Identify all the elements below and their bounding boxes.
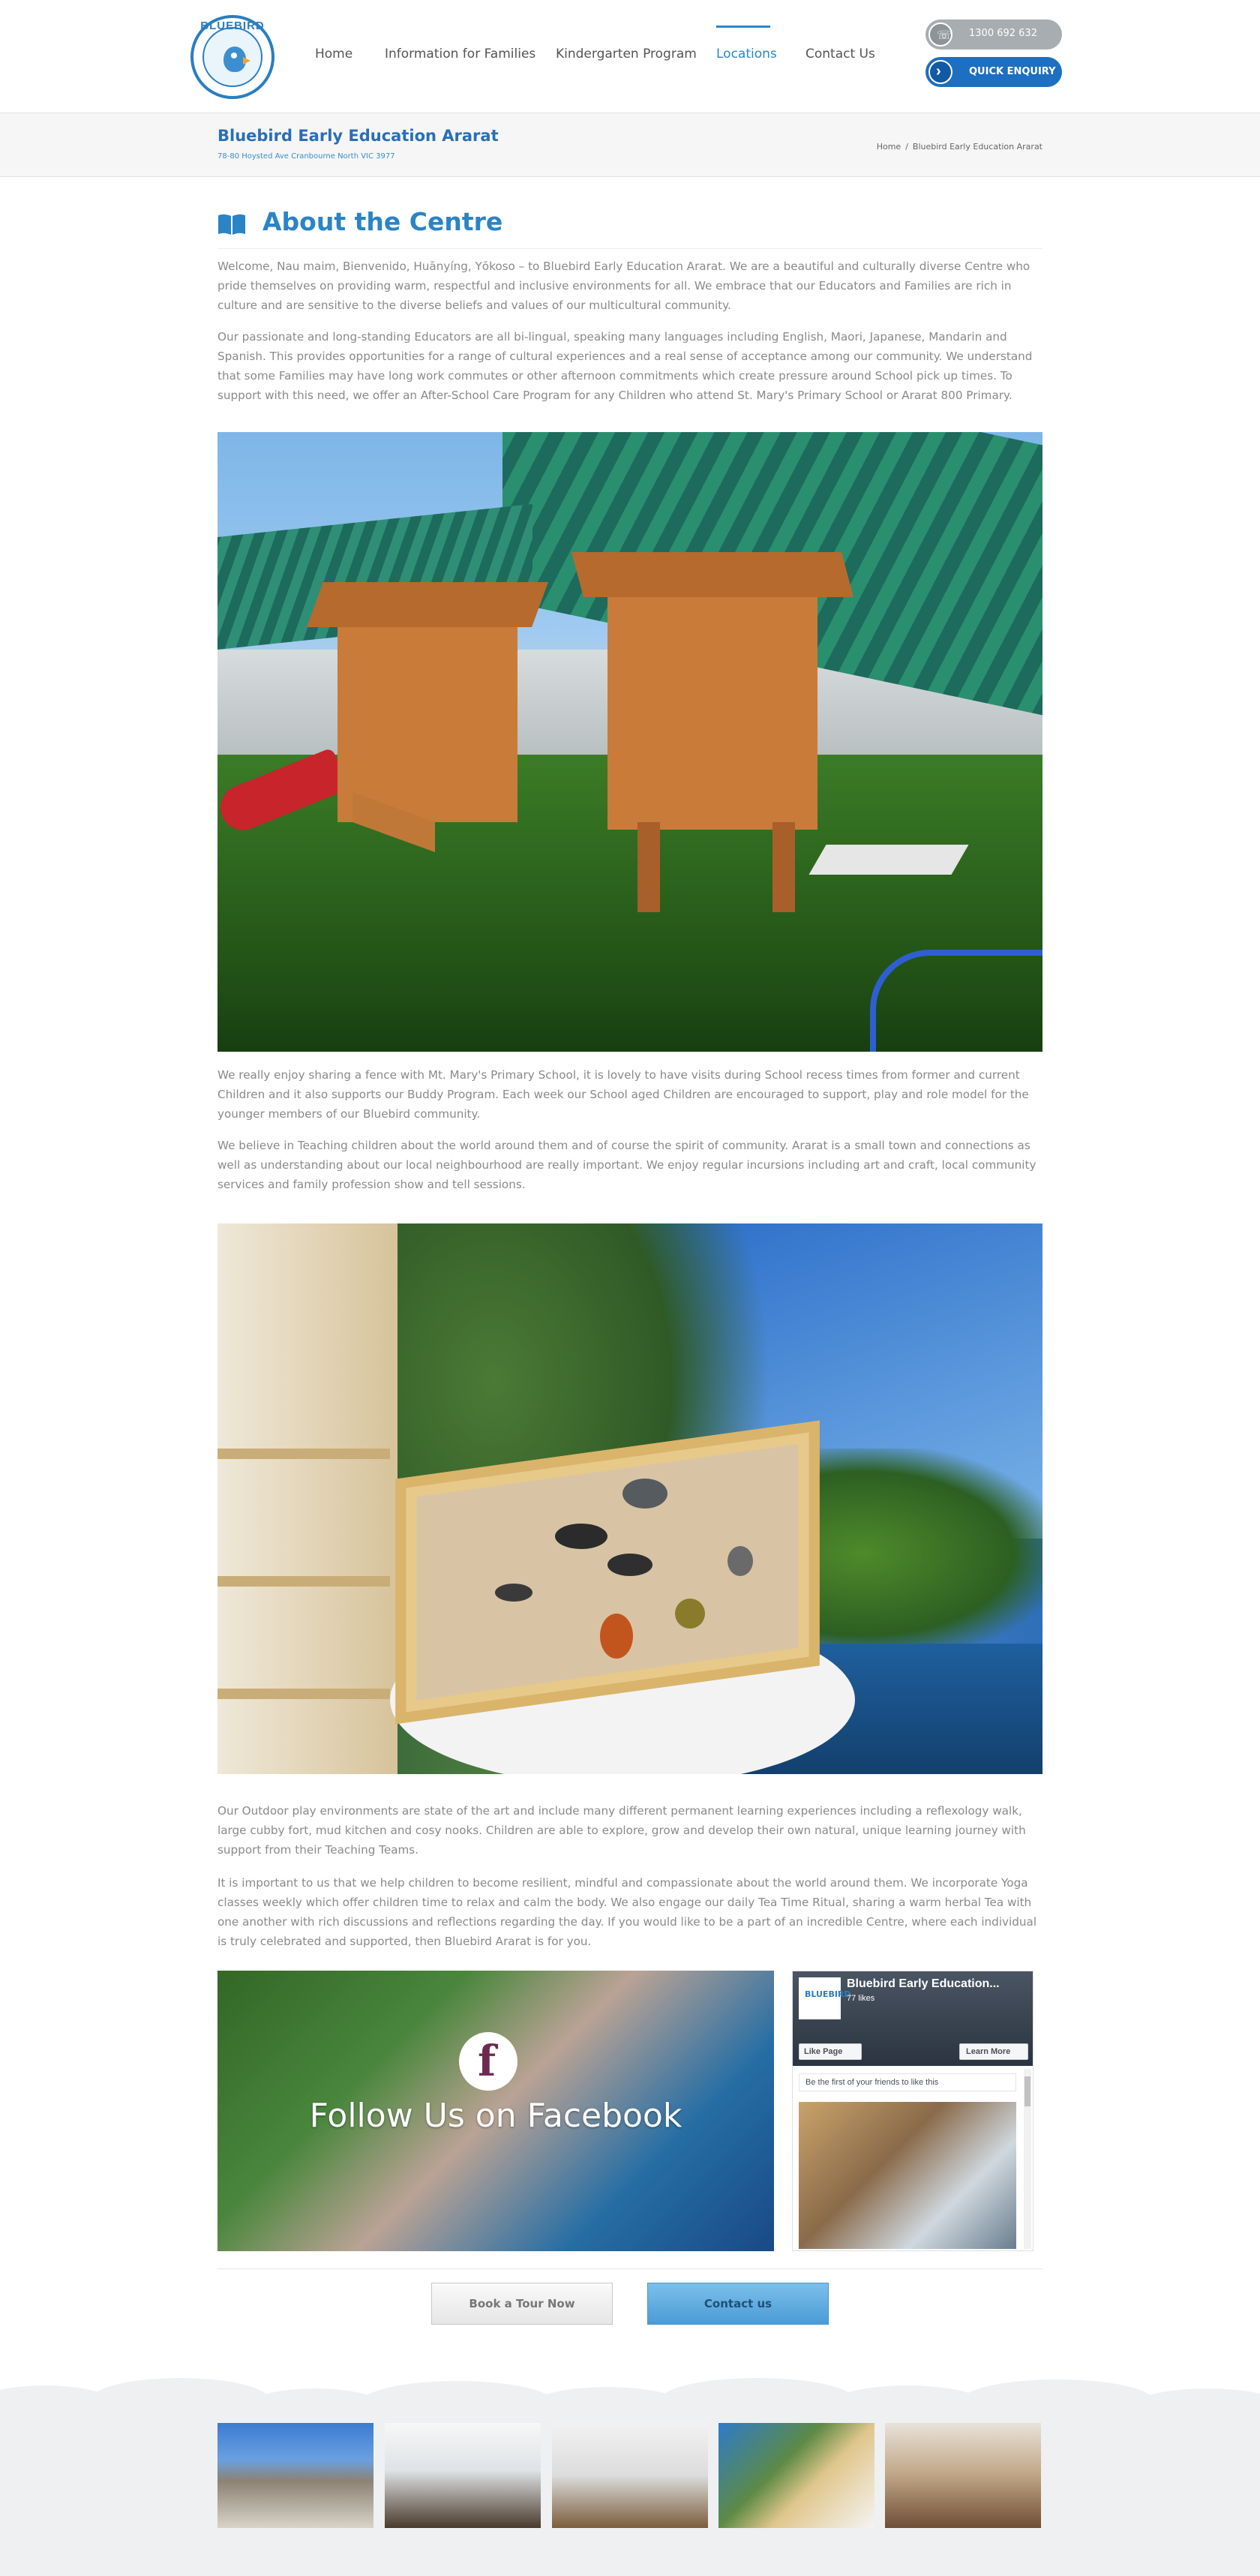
quick-enquiry-button[interactable]: › QUICK ENQUIRY bbox=[926, 57, 1062, 87]
phone-number: 1300 692 632 bbox=[969, 28, 1037, 39]
fb-page-avatar[interactable]: BLUEBIRD bbox=[799, 1977, 851, 2019]
gallery-thumbnail[interactable] bbox=[385, 2423, 541, 2528]
toy-animal bbox=[555, 1524, 608, 1549]
breadcrumb: Home / Bluebird Early Education Ararat bbox=[877, 142, 1042, 152]
breadcrumb-home[interactable]: Home bbox=[877, 142, 901, 152]
breadcrumb-current: Bluebird Early Education Ararat bbox=[912, 142, 1042, 152]
fb-friends-note: Be the first of your friends to like thi… bbox=[799, 2073, 1016, 2091]
logo-emblem bbox=[202, 27, 262, 87]
fb-learn-more-button[interactable]: Learn More bbox=[959, 2043, 1028, 2060]
phone-button[interactable]: ☏ 1300 692 632 bbox=[926, 20, 1062, 50]
about-paragraph-2: Our passionate and long-standing Educato… bbox=[218, 330, 1033, 402]
fb-like-page-button[interactable]: Like Page bbox=[799, 2043, 862, 2060]
phone-icon: ☏ bbox=[928, 23, 952, 47]
toy-animal bbox=[608, 1554, 652, 1576]
logo-wordmark: BLUEBIRD bbox=[200, 20, 265, 32]
playground-photo bbox=[218, 432, 1042, 1052]
cubby-post bbox=[638, 822, 660, 912]
footer-gallery bbox=[0, 2408, 1260, 2576]
fb-widget-scrollbar[interactable] bbox=[1024, 2069, 1031, 2249]
cubby-roof bbox=[307, 582, 548, 627]
about-paragraph-3: We really enjoy sharing a fence with Mt.… bbox=[218, 1068, 1029, 1121]
nav-locations[interactable]: Locations bbox=[716, 47, 777, 62]
page-title-bar: Bluebird Early Education Ararat 78-80 Ho… bbox=[0, 113, 1260, 177]
nav-kindergarten-program[interactable]: Kindergarten Program bbox=[556, 47, 697, 62]
fb-widget-cover: BLUEBIRD Bluebird Early Education... 77 … bbox=[793, 1971, 1033, 2066]
about-paragraph-5: Our Outdoor play environments are state … bbox=[218, 1804, 1026, 1857]
bird-beak bbox=[243, 57, 250, 65]
scrollbar-thumb[interactable] bbox=[1024, 2076, 1030, 2106]
shelf-board bbox=[218, 1689, 390, 1699]
contact-us-button[interactable]: Contact us bbox=[647, 2283, 829, 2325]
book-icon bbox=[218, 214, 245, 235]
photo-mat bbox=[808, 845, 969, 875]
gallery-thumbnail[interactable] bbox=[552, 2423, 708, 2528]
about-paragraph-6: It is important to us that we help child… bbox=[218, 1876, 1037, 1948]
sandbox-photo bbox=[218, 1223, 1042, 1774]
facebook-page-widget: BLUEBIRD Bluebird Early Education... 77 … bbox=[792, 1971, 1034, 2251]
quick-enquiry-label: QUICK ENQUIRY bbox=[969, 66, 1056, 77]
toy-animal bbox=[495, 1584, 532, 1602]
gallery-thumbnail[interactable] bbox=[718, 2423, 874, 2528]
photo-shelf bbox=[218, 1223, 398, 1774]
nav-contact-us[interactable]: Contact Us bbox=[806, 47, 875, 62]
breadcrumb-separator: / bbox=[905, 142, 908, 152]
cubby-house bbox=[608, 582, 818, 830]
cubby-post bbox=[772, 822, 795, 912]
cta-divider bbox=[218, 2268, 1042, 2269]
about-paragraph-4: We believe in Teaching children about th… bbox=[218, 1139, 1036, 1191]
about-title: About the Centre bbox=[262, 207, 503, 236]
about-heading: About the Centre bbox=[218, 207, 1042, 249]
photo-climbing-rail bbox=[870, 950, 1042, 1052]
fb-post-image[interactable] bbox=[799, 2102, 1016, 2249]
shelf-board bbox=[218, 1449, 390, 1459]
cubby-house bbox=[338, 620, 518, 822]
follow-facebook-text: Follow Us on Facebook bbox=[309, 2097, 682, 2135]
page-title: Bluebird Early Education Ararat bbox=[218, 127, 499, 145]
toy-animal bbox=[728, 1546, 753, 1576]
toy-animal bbox=[675, 1599, 705, 1629]
nav-home[interactable]: Home bbox=[315, 47, 352, 62]
shelf-board bbox=[218, 1576, 390, 1587]
about-paragraph-1: Welcome, Nau maim, Bienvenido, Huānyíng,… bbox=[218, 260, 1030, 312]
follow-facebook-banner[interactable]: f Follow Us on Facebook bbox=[218, 1971, 774, 2251]
gallery-thumbnail[interactable] bbox=[218, 2423, 374, 2528]
gallery-thumbnail[interactable] bbox=[885, 2423, 1041, 2528]
cubby-roof bbox=[571, 552, 854, 597]
centre-address: 78-80 Hoysted Ave Cranbourne North VIC 3… bbox=[218, 152, 395, 161]
facebook-f-icon: f bbox=[459, 2032, 518, 2091]
fb-like-count: 77 likes bbox=[847, 1994, 875, 2003]
nav-information-for-families[interactable]: Information for Families bbox=[385, 47, 536, 62]
fb-avatar-text: BLUEBIRD bbox=[805, 1989, 851, 1999]
toy-animal bbox=[622, 1479, 668, 1509]
book-tour-button[interactable]: Book a Tour Now bbox=[431, 2283, 613, 2325]
toy-animal bbox=[600, 1614, 633, 1659]
bird-eye bbox=[231, 53, 237, 59]
site-header: BLUEBIRD Home Information for Families K… bbox=[0, 0, 1260, 113]
chevron-right-icon: › bbox=[928, 60, 952, 84]
fb-page-name[interactable]: Bluebird Early Education... bbox=[847, 1977, 1000, 1991]
nav-active-indicator bbox=[716, 26, 770, 28]
bluebird-logo[interactable]: BLUEBIRD bbox=[190, 15, 274, 99]
